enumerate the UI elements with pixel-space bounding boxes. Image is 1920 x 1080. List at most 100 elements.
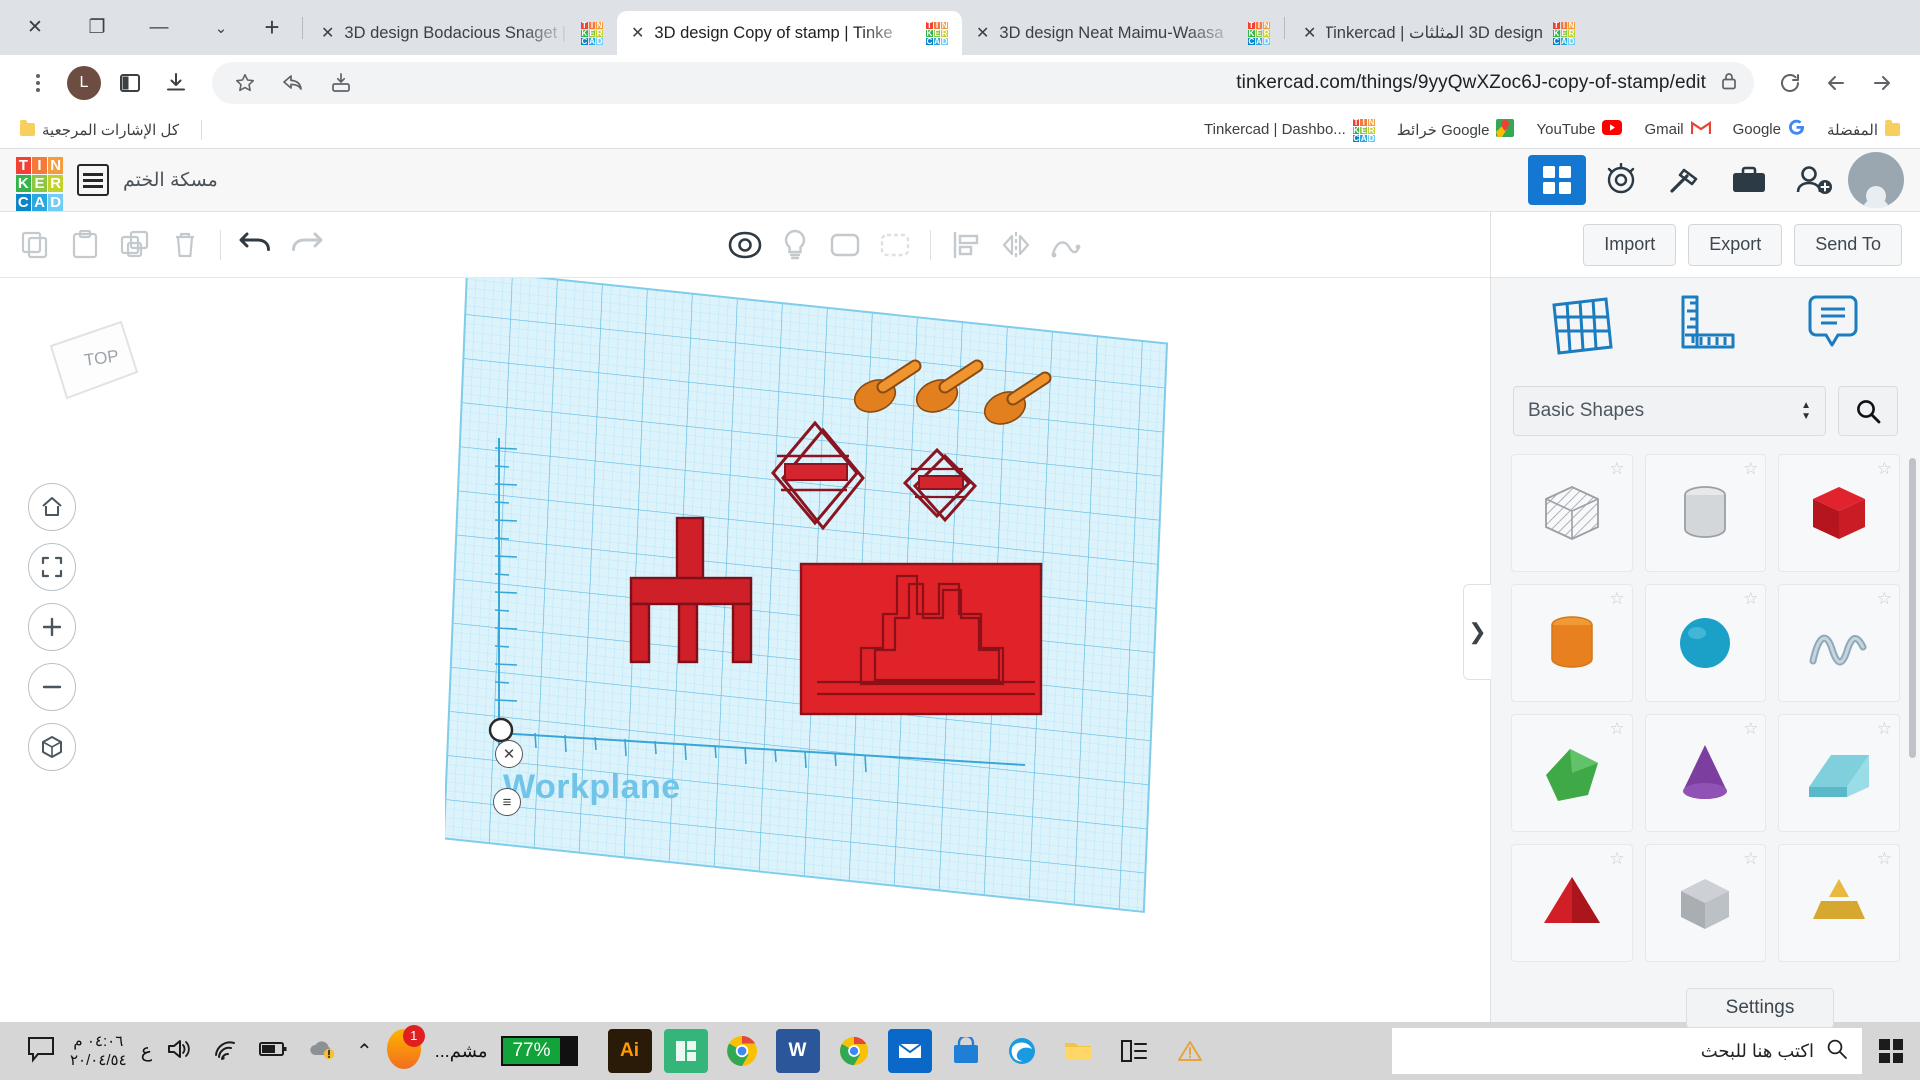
fit-to-view-icon[interactable]	[28, 543, 76, 591]
close-icon[interactable]: ✕	[495, 740, 523, 768]
shape-wedge-yellow[interactable]: ☆	[1778, 844, 1900, 962]
solid-shape-icon[interactable]	[820, 221, 870, 269]
bookmark-google[interactable]: Google	[1725, 115, 1813, 144]
browser-tab-2[interactable]: ✕ 3D design Neat Maimu-Waasa TINKERCAD	[962, 11, 1284, 55]
bookmark-google-maps[interactable]: خرائط Google	[1389, 115, 1523, 145]
bookmark-youtube[interactable]: YouTube	[1528, 116, 1630, 143]
star-icon[interactable]: ☆	[1609, 849, 1624, 869]
delete-icon[interactable]	[160, 221, 210, 269]
language-indicator[interactable]: ع	[141, 1040, 152, 1063]
chrome-active-icon[interactable]	[720, 1029, 764, 1073]
duplicate-icon[interactable]	[110, 221, 160, 269]
shape-scribble[interactable]: ☆	[1778, 584, 1900, 702]
star-icon[interactable]: ☆	[1743, 459, 1758, 479]
star-icon[interactable]: ☆	[1743, 719, 1758, 739]
copy-icon[interactable]	[10, 221, 60, 269]
star-icon[interactable]: ☆	[1877, 719, 1892, 739]
chevron-up-icon[interactable]: ⌃	[356, 1039, 373, 1064]
chevron-right-icon[interactable]: ❯	[1463, 584, 1491, 680]
shape-grid-scrollbar[interactable]	[1909, 458, 1916, 758]
shape-box-red[interactable]: ☆	[1778, 454, 1900, 572]
invite-person-icon[interactable]	[1784, 155, 1842, 205]
warning-icon[interactable]	[1168, 1029, 1212, 1073]
reload-icon[interactable]	[1768, 61, 1812, 105]
light-bulb-icon[interactable]	[770, 221, 820, 269]
orthographic-view-icon[interactable]	[28, 723, 76, 771]
wifi-icon[interactable]	[212, 1037, 238, 1066]
volume-icon[interactable]	[166, 1037, 192, 1066]
group-icon[interactable]	[1041, 221, 1091, 269]
redo-icon[interactable]	[281, 221, 331, 269]
star-icon[interactable]: ☆	[1743, 589, 1758, 609]
taskbar-clock[interactable]: ٠٤:٠٦ م ٢٠/٠٤/٥٤	[70, 1032, 127, 1070]
browser-tab-3[interactable]: ✕ 3D design المثلثات | Tinkercad TINKERC…	[1289, 11, 1589, 55]
star-icon[interactable]: ☆	[1877, 589, 1892, 609]
shape-polygon-green[interactable]: ☆	[1511, 714, 1633, 832]
side-panel-icon[interactable]	[108, 61, 152, 105]
notification-app[interactable]: 1	[386, 1024, 425, 1074]
back-arrow-icon[interactable]	[1814, 61, 1858, 105]
star-icon[interactable]: ☆	[1609, 459, 1624, 479]
shape-cone-purple[interactable]: ☆	[1644, 714, 1767, 832]
close-icon[interactable]: ✕	[631, 23, 644, 43]
new-tab-button[interactable]: +	[252, 7, 292, 47]
blocks-grid-icon[interactable]	[1528, 155, 1586, 205]
word-icon[interactable]: W	[775, 1029, 820, 1073]
explorer-icon[interactable]	[1056, 1029, 1100, 1073]
close-icon[interactable]: ✕	[18, 11, 52, 45]
star-icon[interactable]: ☆	[1877, 849, 1892, 869]
windows-start-icon[interactable]	[1862, 1022, 1920, 1080]
shape-roof-teal[interactable]: ☆	[1778, 714, 1900, 832]
chevron-down-icon[interactable]: ⌄	[204, 11, 238, 45]
layout-icon[interactable]	[1112, 1029, 1156, 1073]
shape-pyramid-red[interactable]: ☆	[1511, 844, 1633, 962]
align-icon[interactable]	[941, 221, 991, 269]
zoom-in-icon[interactable]	[28, 603, 76, 651]
bookmark-favorites[interactable]: المفضلة	[1819, 117, 1908, 143]
close-icon[interactable]: ✕	[976, 23, 989, 43]
illustrator-icon[interactable]: Ai	[607, 1029, 652, 1073]
lock-icon[interactable]	[1720, 71, 1738, 96]
bookmark-gmail[interactable]: Gmail	[1636, 116, 1718, 143]
install-app-icon[interactable]	[324, 66, 358, 100]
undo-icon[interactable]	[231, 221, 281, 269]
mail-icon[interactable]	[887, 1029, 932, 1073]
view-cube[interactable]: TOP	[45, 316, 143, 404]
teach-briefcase-icon[interactable]	[1720, 155, 1778, 205]
task-view-icon[interactable]	[26, 1035, 56, 1068]
edge-icon[interactable]	[1000, 1029, 1044, 1073]
select-mask-icon[interactable]	[720, 221, 770, 269]
bookmark-all-bookmarks[interactable]: كل الإشارات المرجعية	[12, 117, 187, 143]
shape-sphere-blue[interactable]: ☆	[1644, 584, 1767, 702]
onedrive-warning-icon[interactable]	[308, 1038, 336, 1065]
shape-category-select[interactable]: Basic Shapes ▲ ▼	[1513, 386, 1826, 436]
zoom-out-icon[interactable]	[28, 663, 76, 711]
star-icon[interactable]: ☆	[1609, 589, 1624, 609]
import-button[interactable]: Import	[1583, 223, 1677, 266]
chrome-icon[interactable]	[832, 1029, 876, 1073]
tinkercad-logo[interactable]: TINKERCAD	[16, 156, 63, 211]
workplane-scene[interactable]: Workplane ✕ ≡	[442, 278, 1265, 968]
search-input[interactable]: اكتب هنا للبحث	[1392, 1028, 1862, 1074]
shape-cylinder-orange[interactable]: ☆	[1511, 584, 1633, 702]
simulate-hammer-icon[interactable]	[1656, 155, 1714, 205]
download-icon[interactable]	[154, 61, 198, 105]
export-button[interactable]: Export	[1688, 223, 1783, 266]
shape-box-hatched[interactable]: ☆	[1511, 454, 1633, 572]
ruler-icon[interactable]	[1677, 293, 1739, 360]
close-icon[interactable]: ✕	[1303, 23, 1316, 43]
hole-shape-icon[interactable]	[870, 221, 920, 269]
home-view-icon[interactable]	[28, 483, 76, 531]
settings-button[interactable]: Settings	[1686, 988, 1834, 1028]
mirror-icon[interactable]	[991, 221, 1041, 269]
address-bar[interactable]: tinkercad.com/things/9yyQwXZoc6J-copy-of…	[212, 62, 1754, 104]
browser-tab-0[interactable]: ✕ 3D design Bodacious Snaget | Ti TINKER…	[307, 11, 617, 55]
minimize-icon[interactable]: —	[142, 11, 176, 45]
star-icon[interactable]: ☆	[1609, 719, 1624, 739]
note-callout-icon[interactable]	[1804, 293, 1862, 360]
battery-percent-pill[interactable]: 77%	[501, 1036, 578, 1066]
close-icon[interactable]: ✕	[321, 23, 334, 43]
gallery-grid-icon[interactable]	[77, 164, 109, 196]
star-icon[interactable]: ☆	[1877, 459, 1892, 479]
bookmark-tinkercad-dashboard[interactable]: Tinkercad | Dashbo... TINKERCAD	[1196, 115, 1383, 145]
